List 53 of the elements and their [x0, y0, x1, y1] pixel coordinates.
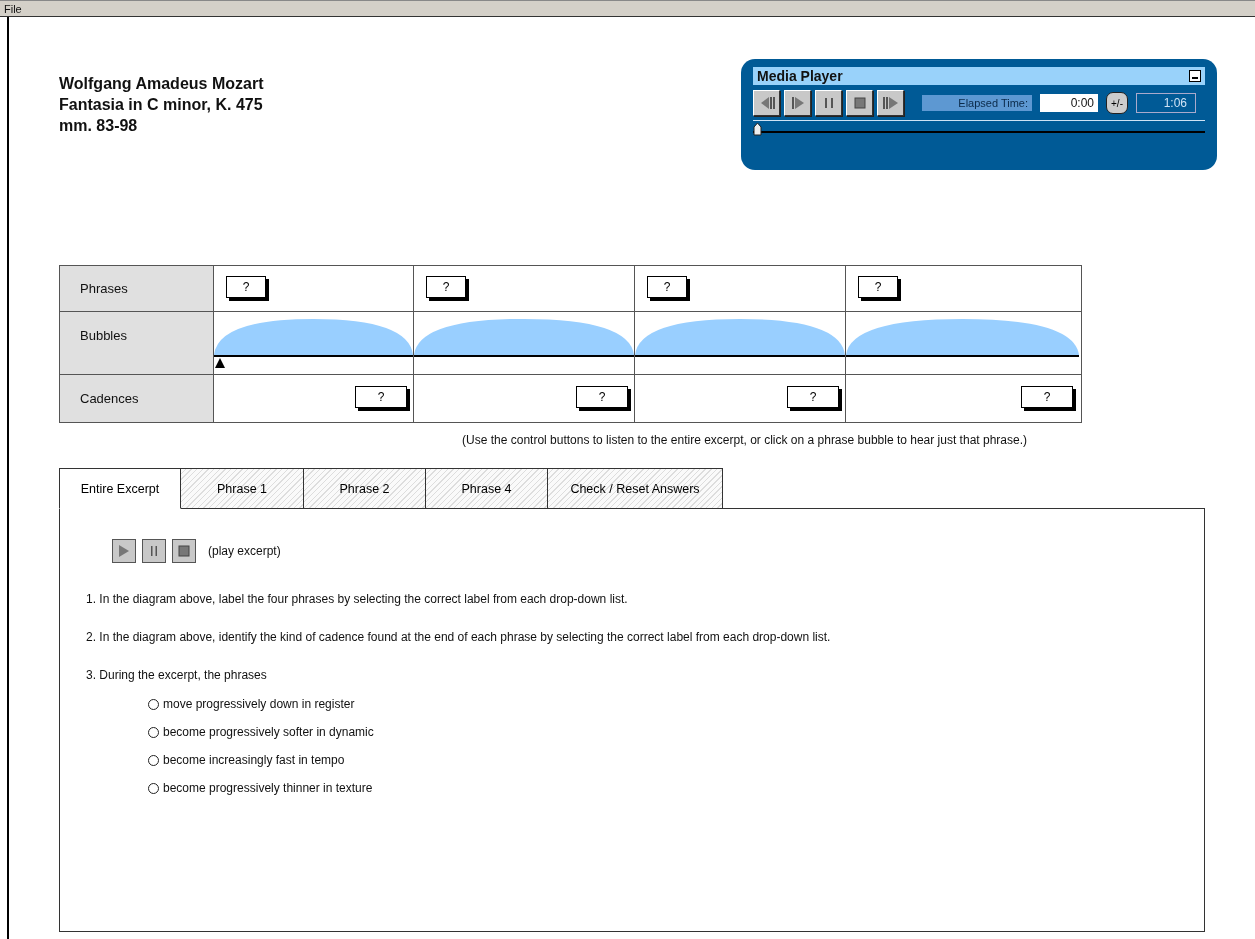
title-line: Fantasia in C minor, K. 475 — [59, 95, 264, 115]
radio-button[interactable] — [148, 754, 159, 766]
phrase-dropdown[interactable]: ? — [858, 275, 898, 298]
row-label: Phrases — [60, 266, 214, 311]
phrase-bubble[interactable] — [414, 317, 634, 357]
seek-thumb[interactable] — [753, 122, 762, 136]
title-line: mm. 83-98 — [59, 116, 139, 136]
radio-button[interactable] — [148, 698, 159, 710]
skip-back-button[interactable] — [753, 90, 780, 116]
cadence-dropdown[interactable]: ? — [576, 385, 628, 408]
tab[interactable]: Phrase 1 — [181, 468, 304, 509]
toggle-time-button[interactable]: +/- — [1106, 92, 1128, 114]
menu-item[interactable]: File — [4, 2, 22, 15]
question-text: 3. During the excerpt, the phrases — [86, 667, 268, 683]
skip-forward-button[interactable] — [877, 90, 904, 116]
radio-button[interactable] — [148, 782, 159, 794]
phrase-bubble[interactable] — [214, 317, 413, 357]
row-label: Cadences — [60, 375, 214, 422]
position-marker-icon — [215, 358, 225, 368]
duration-time: 1:06 — [1136, 93, 1196, 113]
skip-forward-icon — [881, 96, 900, 110]
question-text: 2. In the diagram above, identify the kind of cadence found at the end of each phrase by selecting the correct label from each drop-down list. — [86, 629, 832, 645]
title-line: Wolfgang Amadeus Mozart — [59, 74, 264, 94]
phrase-bubble[interactable] — [635, 317, 845, 357]
elapsed-time: 0:00 — [1040, 94, 1098, 112]
row-label: Bubbles — [60, 312, 214, 374]
play-icon — [790, 96, 805, 110]
option-label[interactable]: become progressively softer in dynamic — [163, 725, 374, 739]
pause-icon — [148, 545, 160, 557]
stop-icon — [178, 545, 190, 557]
cadence-dropdown[interactable]: ? — [1021, 385, 1073, 408]
phrase-dropdown[interactable]: ? — [226, 275, 266, 298]
option-label[interactable]: move progressively down in register — [163, 697, 355, 711]
diagram-caption: (Use the control buttons to listen to the entire excerpt, or click on a phrase bubble to hear just that phrase.) — [461, 433, 1028, 447]
tab[interactable]: Phrase 4 — [426, 468, 548, 509]
stop-icon — [852, 96, 867, 110]
play-icon — [118, 545, 130, 557]
question-text: 1. In the diagram above, label the four phrases by selecting the correct label from each drop-down list. — [86, 591, 629, 607]
phrase-bubble[interactable] — [846, 317, 1079, 357]
radio-button[interactable] — [148, 726, 159, 738]
elapsed-label: Elapsed Time: — [922, 95, 1032, 111]
minimize-icon[interactable] — [1189, 70, 1201, 82]
tab[interactable]: Check / Reset Answers — [548, 468, 723, 509]
cadence-dropdown[interactable]: ? — [355, 385, 407, 408]
tab[interactable]: Phrase 2 — [304, 468, 426, 509]
option-label[interactable]: become progressively thinner in texture — [163, 781, 373, 795]
cadence-dropdown[interactable]: ? — [787, 385, 839, 408]
player-title: Media Player — [757, 68, 843, 84]
phrase-dropdown[interactable]: ? — [426, 275, 466, 298]
option-label[interactable]: become increasingly fast in tempo — [163, 753, 345, 767]
phrase-dropdown[interactable]: ? — [647, 275, 687, 298]
tab[interactable]: Entire Excerpt — [59, 468, 181, 509]
play-label: (play excerpt) — [208, 544, 281, 558]
